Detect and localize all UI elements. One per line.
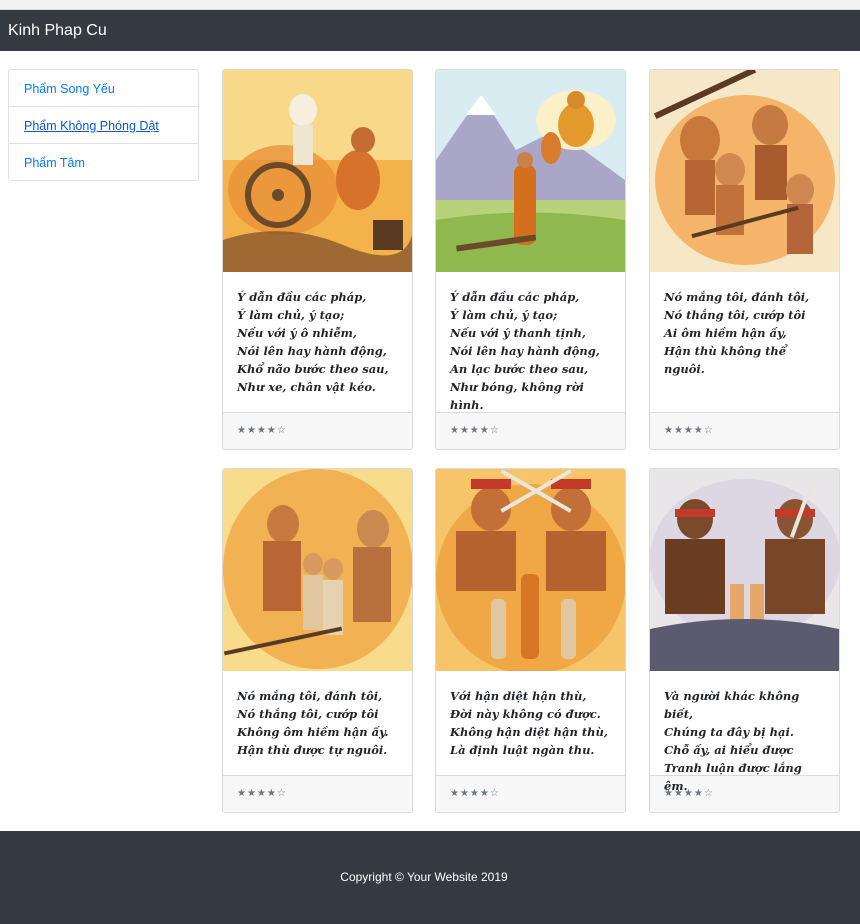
verse-card: Nó mắng tôi, đánh tôi, Nó thắng tôi, cướ… (222, 468, 413, 813)
navbar: Kinh Phap Cu (0, 10, 860, 51)
verse-text: Với hận diệt hận thù, Đời này không có đ… (450, 689, 608, 757)
sidebar-nav: Phẩm Song Yếu Phẩm Không Phóng Dật Phẩm … (8, 69, 199, 181)
page-footer: Copyright © Your Website 2019 (0, 831, 860, 924)
browser-top-strip (0, 0, 860, 10)
card-body: Với hận diệt hận thù, Đời này không có đ… (436, 671, 625, 775)
rating-stars: ★★★★☆ (223, 412, 412, 449)
verse-card: Ý dẫn đầu các pháp, Ý làm chủ, ý tạo; Nế… (435, 69, 626, 450)
sidebar-item-tam[interactable]: Phẩm Tâm (9, 144, 198, 180)
verse-text: Nó mắng tôi, đánh tôi, Nó thắng tôi, cướ… (664, 290, 810, 376)
verse-card: Nó mắng tôi, đánh tôi, Nó thắng tôi, cướ… (649, 69, 840, 450)
verse-text: Nó mắng tôi, đánh tôi, Nó thắng tôi, cướ… (237, 689, 389, 757)
sidebar-item-song-yeu[interactable]: Phẩm Song Yếu (9, 70, 198, 107)
verse-card: Với hận diệt hận thù, Đời này không có đ… (435, 468, 626, 813)
card-body: Nó mắng tôi, đánh tôi, Nó thắng tôi, cướ… (650, 272, 839, 412)
verse-text: Ý dẫn đầu các pháp, Ý làm chủ, ý tạo; Nế… (450, 290, 600, 412)
copyright-text: Copyright © Your Website 2019 (340, 870, 508, 884)
card-image-fighting-men[interactable] (650, 70, 839, 272)
verse-text: Ý dẫn đầu các pháp, Ý làm chủ, ý tạo; Nế… (237, 290, 389, 394)
card-image-warriors-battlefield[interactable] (650, 469, 839, 671)
rating-stars: ★★★★☆ (223, 775, 412, 812)
card-body: Và người khác không biết, Chúng ta đây b… (650, 671, 839, 793)
card-body: Nó mắng tôi, đánh tôi, Nó thắng tôi, cướ… (223, 671, 412, 775)
card-image-swordsmen-monks[interactable] (436, 469, 625, 671)
rating-stars: ★★★★☆ (436, 412, 625, 449)
verse-card: Ý dẫn đầu các pháp, Ý làm chủ, ý tạo; Nế… (222, 69, 413, 450)
rating-stars: ★★★★☆ (650, 412, 839, 449)
card-image-cart-skeleton[interactable] (223, 70, 412, 272)
card-image-men-reconciling[interactable] (223, 469, 412, 671)
card-image-buddha-monk[interactable] (436, 70, 625, 272)
card-body: Ý dẫn đầu các pháp, Ý làm chủ, ý tạo; Nế… (223, 272, 412, 412)
brand-title[interactable]: Kinh Phap Cu (8, 21, 107, 41)
sidebar-item-khong-phong-dat[interactable]: Phẩm Không Phóng Dật (9, 107, 198, 144)
rating-stars: ★★★★☆ (436, 775, 625, 812)
card-body: Ý dẫn đầu các pháp, Ý làm chủ, ý tạo; Nế… (436, 272, 625, 412)
verse-card: Và người khác không biết, Chúng ta đây b… (649, 468, 840, 813)
